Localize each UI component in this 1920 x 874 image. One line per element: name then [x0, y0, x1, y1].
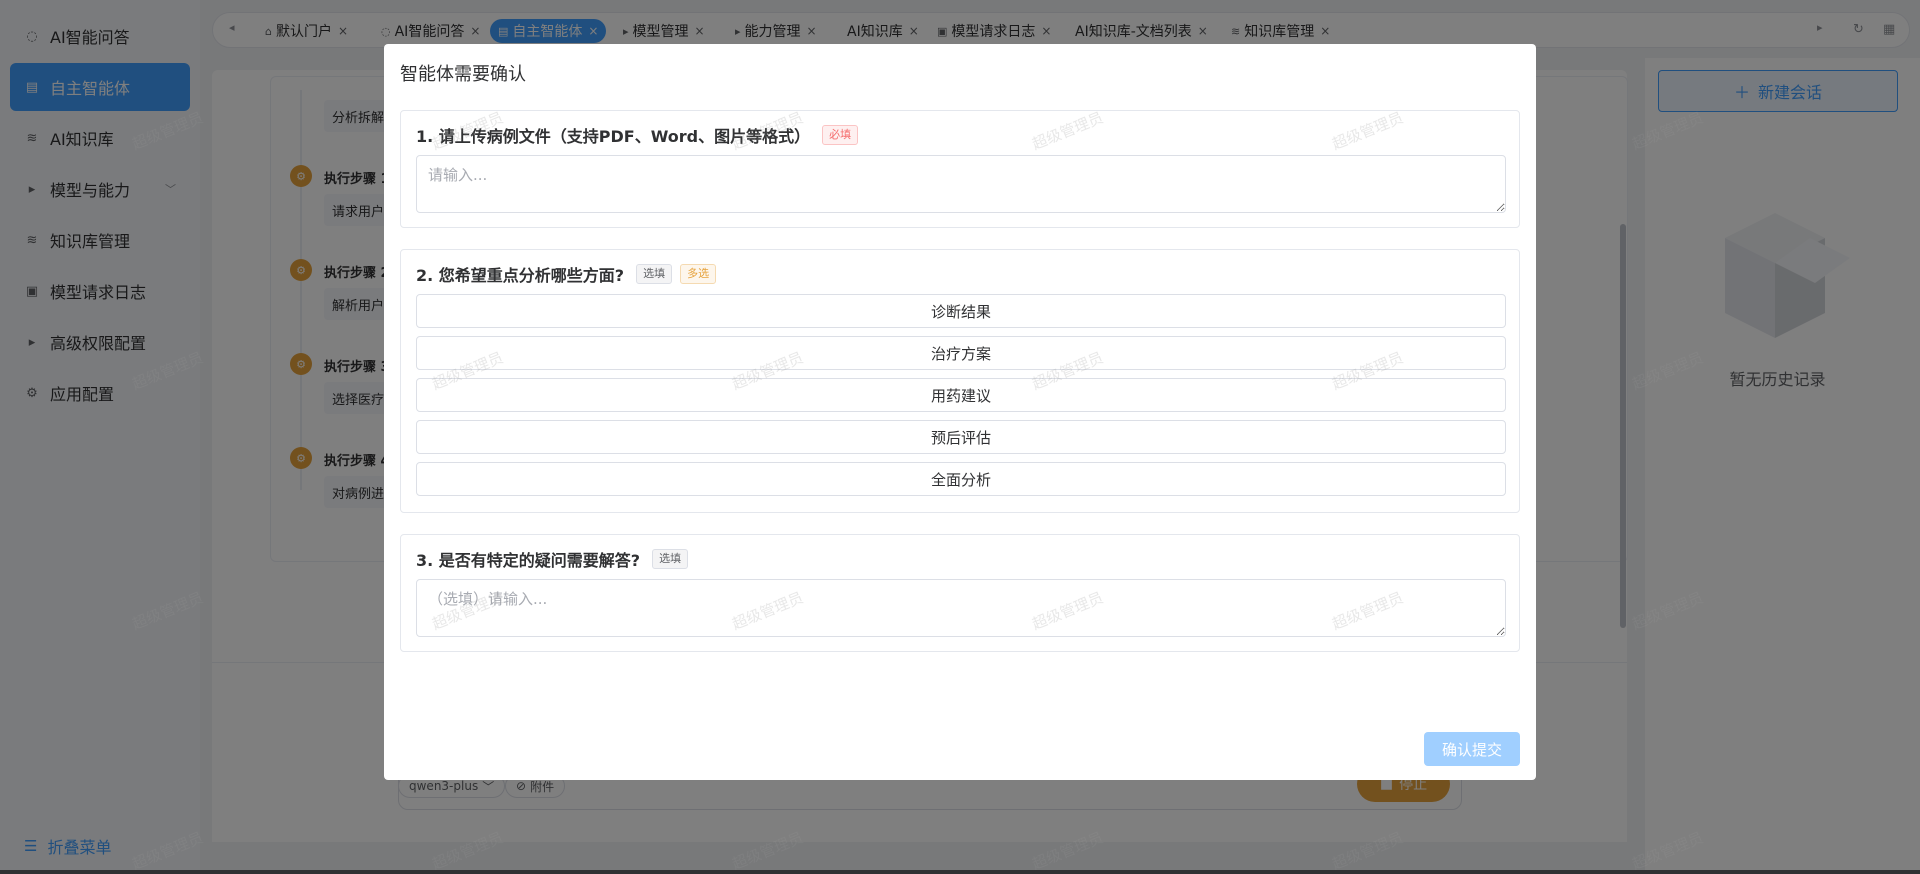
- question-title: 1. 请上传病例文件（支持PDF、Word、图片等格式） 必填: [416, 123, 859, 147]
- option-full-analysis[interactable]: 全面分析: [416, 462, 1506, 496]
- optional-badge: 选填: [652, 549, 689, 569]
- question-title-text: 1. 请上传病例文件（支持PDF、Word、图片等格式）: [416, 127, 811, 146]
- option-prognosis[interactable]: 预后评估: [416, 420, 1506, 454]
- confirm-submit-button[interactable]: 确认提交: [1424, 732, 1520, 766]
- option-treatment[interactable]: 治疗方案: [416, 336, 1506, 370]
- question-title-text: 2. 您希望重点分析哪些方面?: [416, 266, 625, 285]
- confirm-dialog: 智能体需要确认 1. 请上传病例文件（支持PDF、Word、图片等格式） 必填 …: [384, 44, 1536, 780]
- question-title: 2. 您希望重点分析哪些方面? 选填 多选: [416, 262, 717, 286]
- window-bottom-edge: [0, 870, 1920, 874]
- case-file-input[interactable]: [416, 155, 1506, 213]
- question-title-text: 3. 是否有特定的疑问需要解答?: [416, 551, 641, 570]
- multi-select-badge: 多选: [680, 264, 717, 284]
- question-input[interactable]: [416, 579, 1506, 637]
- required-badge: 必填: [822, 125, 859, 145]
- dialog-title: 智能体需要确认: [400, 64, 526, 85]
- option-medication[interactable]: 用药建议: [416, 378, 1506, 412]
- question-card-1: 1. 请上传病例文件（支持PDF、Word、图片等格式） 必填: [400, 110, 1520, 228]
- optional-badge: 选填: [636, 264, 673, 284]
- question-title: 3. 是否有特定的疑问需要解答? 选填: [416, 547, 689, 571]
- question-card-2: 2. 您希望重点分析哪些方面? 选填 多选 诊断结果 治疗方案 用药建议 预后评…: [400, 249, 1520, 513]
- question-card-3: 3. 是否有特定的疑问需要解答? 选填: [400, 534, 1520, 652]
- option-diagnosis[interactable]: 诊断结果: [416, 294, 1506, 328]
